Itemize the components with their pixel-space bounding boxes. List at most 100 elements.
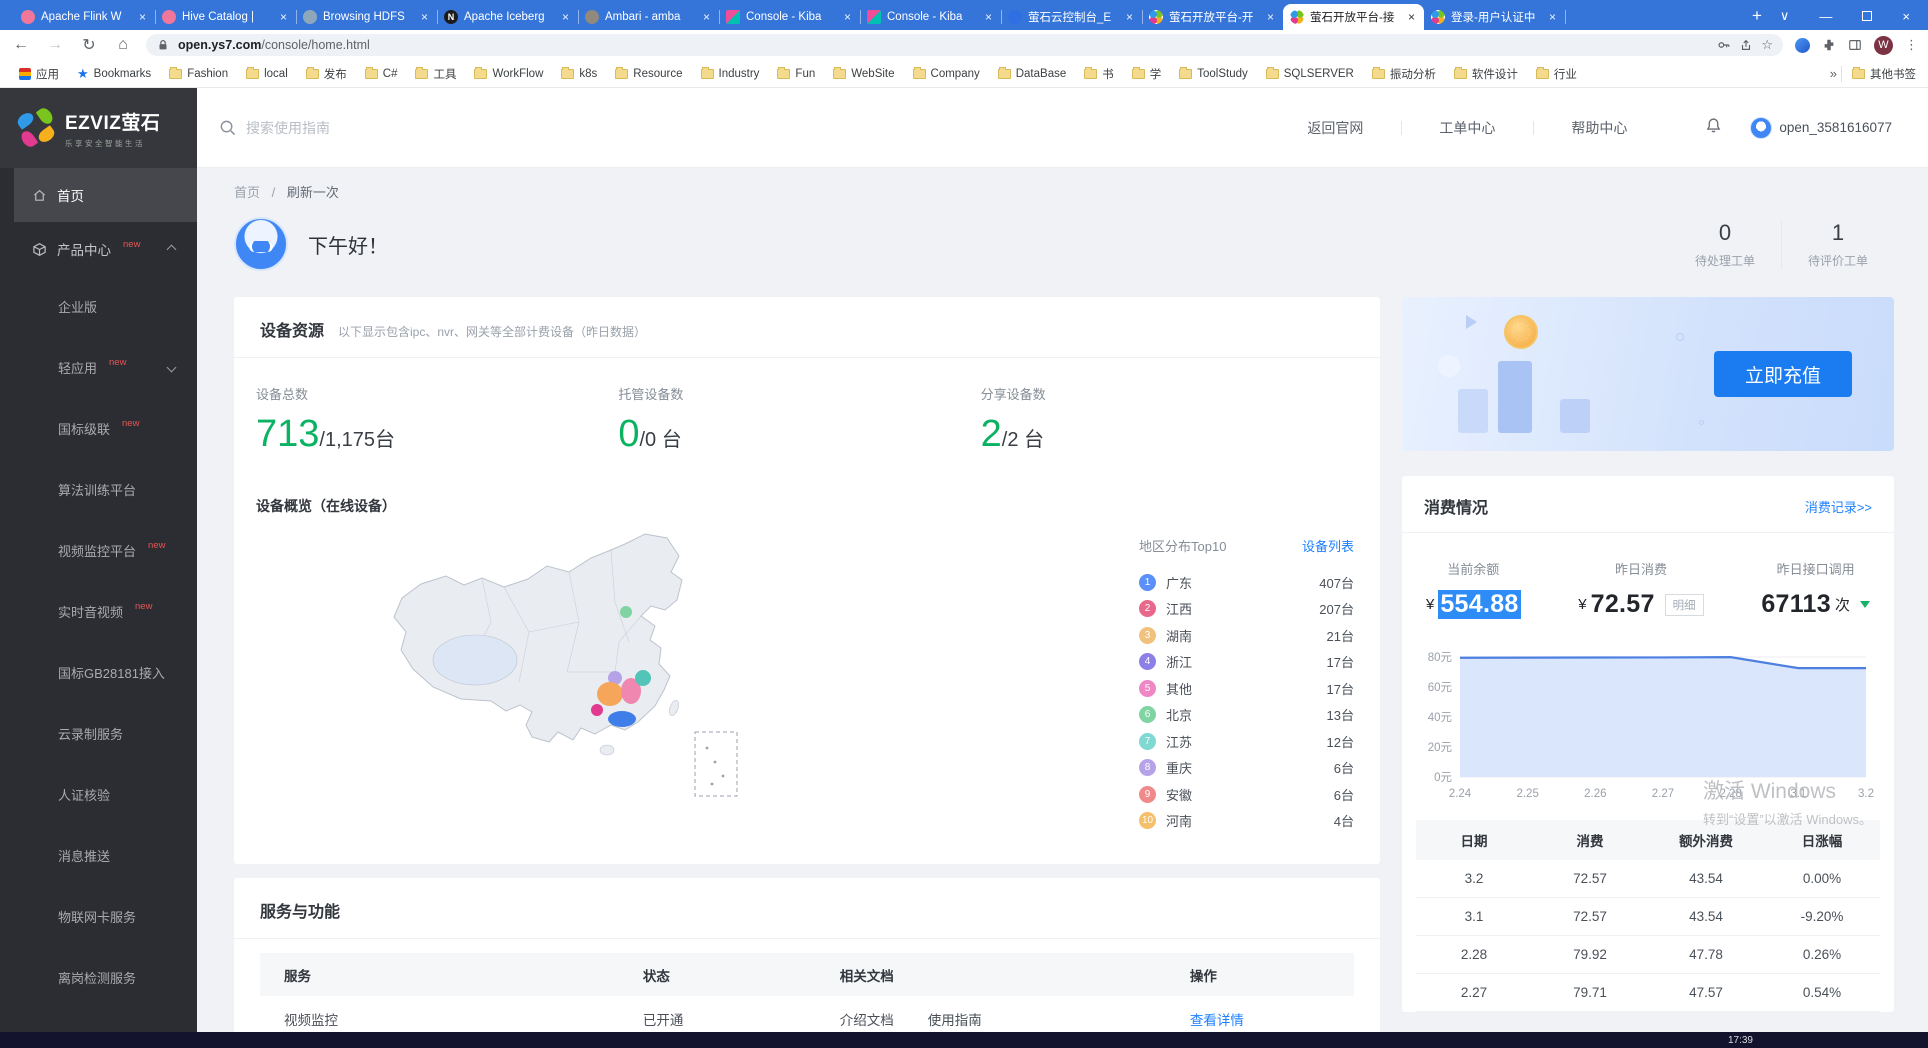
pending-tickets[interactable]: 0 待处理工单 [1669,220,1781,269]
sidebar-item-国标GB28181接入[interactable]: 国标GB28181接入 [14,642,197,703]
bookmark-发布[interactable]: 发布 [299,64,354,84]
consumption-chart[interactable]: 0元20元40元60元80元2.242.252.262.272.283.13.2 [1402,639,1894,810]
browser-menu-icon[interactable]: ⋮ [1905,37,1918,53]
sidebar-item-云录制服务[interactable]: 云录制服务 [14,703,197,764]
bookmark-star-icon[interactable]: ☆ [1761,37,1773,53]
header-link-ticket-center[interactable]: 工单中心 [1401,118,1533,138]
browser-tab-4[interactable]: Ambari - amba× [578,4,719,30]
detail-button[interactable]: 明细 [1665,594,1704,616]
bookmark-Fashion[interactable]: Fashion [162,66,235,82]
to-review-tickets[interactable]: 1 待评价工单 [1781,220,1894,269]
tab-close-icon[interactable]: × [1547,10,1558,24]
bookmark-Resource[interactable]: Resource [608,66,689,82]
header-link-help-center[interactable]: 帮助中心 [1533,118,1665,138]
minimize-button[interactable]: — [1819,9,1832,24]
puzzle-icon[interactable] [1822,38,1836,52]
bookmark-k8s[interactable]: k8s [554,66,604,82]
sidebar-item-离岗检测服务[interactable]: 离岗检测服务 [14,947,197,1008]
breadcrumb-home[interactable]: 首页 [234,185,260,200]
china-map[interactable] [264,522,1139,834]
service-doc-intro[interactable]: 介绍文档 [840,1009,894,1029]
home-button[interactable]: ⌂ [112,36,134,54]
back-button[interactable]: ← [10,36,32,54]
bookmark-软件设计[interactable]: 软件设计 [1447,64,1525,84]
tab-close-icon[interactable]: × [983,10,994,24]
bookmark-WorkFlow[interactable]: WorkFlow [467,66,550,82]
consumption-records-link[interactable]: 消费记录>> [1805,497,1872,516]
sidebar-item-国标级联[interactable]: 国标级联new [14,398,197,459]
browser-tab-9[interactable]: 萤石开放平台-接× [1283,4,1424,30]
browser-tab-7[interactable]: 萤石云控制台_E× [1001,4,1142,30]
tab-close-icon[interactable]: × [1124,10,1135,24]
bookmark-行业[interactable]: 行业 [1529,64,1584,84]
forward-button[interactable]: → [44,36,66,54]
bookmark-Fun[interactable]: Fun [770,66,822,82]
sidebar-item-消息推送[interactable]: 消息推送 [14,825,197,886]
tab-close-icon[interactable]: × [1406,10,1417,24]
profile-avatar[interactable]: W [1874,36,1893,55]
bookmark-WebSite[interactable]: WebSite [826,66,901,82]
tab-close-icon[interactable]: × [701,10,712,24]
bookmark-Company[interactable]: Company [906,66,987,82]
other-bookmarks[interactable]: 其他书签 [1841,66,1916,82]
bookmark-书[interactable]: 书 [1077,64,1121,84]
bookmarks-overflow-icon[interactable]: » [1830,66,1837,81]
sidebar-item-轻应用[interactable]: 轻应用new [14,337,197,398]
tab-search-icon[interactable]: ∨ [1780,8,1790,24]
tab-close-icon[interactable]: × [1265,10,1276,24]
bookmark-DataBase[interactable]: DataBase [991,66,1074,82]
tab-close-icon[interactable]: × [278,10,289,24]
top10-title[interactable]: 地区分布Top10 [1139,536,1226,555]
sidebar-item-人证核验[interactable]: 人证核验 [14,764,197,825]
browser-tab-1[interactable]: Hive Catalog |× [155,4,296,30]
browser-tab-6[interactable]: Console - Kiba× [860,4,1001,30]
header-link-official-site[interactable]: 返回官网 [1269,118,1401,138]
bookmark-local[interactable]: local [239,66,295,82]
close-window-button[interactable]: × [1902,9,1910,24]
new-tab-button[interactable]: + [1752,6,1762,26]
extension-icon[interactable] [1795,38,1810,53]
bookmark-应用[interactable]: 应用 [12,64,66,84]
brand-logo[interactable]: EZVIZ萤石 乐享安全智能生活 [0,88,197,168]
sidebar-item-首页[interactable]: 首页 [14,168,197,222]
guide-search[interactable]: 搜索使用指南 [219,118,1259,138]
browser-tab-2[interactable]: Browsing HDFS× [296,4,437,30]
bookmark-C#[interactable]: C# [358,66,405,82]
sidebar-item-产品中心[interactable]: 产品中心new [14,222,197,276]
restore-button[interactable] [1862,11,1872,21]
sidebar-item-物联网卡服务[interactable]: 物联网卡服务 [14,886,197,947]
trend-down-icon[interactable] [1860,601,1870,608]
browser-tab-10[interactable]: 登录-用户认证中× [1424,4,1565,30]
sidebar-item-实时音视频[interactable]: 实时音视频new [14,581,197,642]
bookmark-Industry[interactable]: Industry [694,66,767,82]
browser-tab-0[interactable]: Apache Flink W× [14,4,155,30]
tab-close-icon[interactable]: × [137,10,148,24]
tab-close-icon[interactable]: × [842,10,853,24]
tab-close-icon[interactable]: × [560,10,571,24]
side-panel-icon[interactable] [1848,38,1862,52]
recharge-button[interactable]: 立即充值 [1714,351,1852,397]
browser-tab-8[interactable]: 萤石开放平台-开× [1142,4,1283,30]
bookmark-振动分析[interactable]: 振动分析 [1365,64,1443,84]
sidebar-item-视频监控平台[interactable]: 视频监控平台new [14,520,197,581]
sidebar-item-算法训练平台[interactable]: 算法训练平台 [14,459,197,520]
notification-bell-icon[interactable] [1705,117,1722,139]
bookmark-SQLSERVER[interactable]: SQLSERVER [1259,66,1361,82]
reload-button[interactable]: ↻ [78,35,100,55]
share-icon[interactable] [1739,38,1753,52]
key-icon[interactable] [1717,38,1731,52]
bookmark-学[interactable]: 学 [1125,64,1169,84]
taskbar[interactable]: 17:39 [0,1032,1928,1048]
service-doc-guide[interactable]: 使用指南 [928,1009,982,1029]
service-detail-link[interactable]: 查看详情 [1190,1013,1244,1028]
sidebar-item-企业版[interactable]: 企业版 [14,276,197,337]
browser-tab-5[interactable]: Console - Kiba× [719,4,860,30]
browser-tab-3[interactable]: NApache Iceberg× [437,4,578,30]
tab-close-icon[interactable]: × [419,10,430,24]
bookmark-Bookmarks[interactable]: ★Bookmarks [70,64,158,84]
device-list-link[interactable]: 设备列表 [1302,536,1354,555]
account-menu[interactable]: open_3581616077 [1750,117,1892,139]
bookmark-工具[interactable]: 工具 [408,64,463,84]
address-bar[interactable]: open.ys7.com/console/home.html ☆ [146,34,1783,56]
bookmark-ToolStudy[interactable]: ToolStudy [1172,66,1255,82]
